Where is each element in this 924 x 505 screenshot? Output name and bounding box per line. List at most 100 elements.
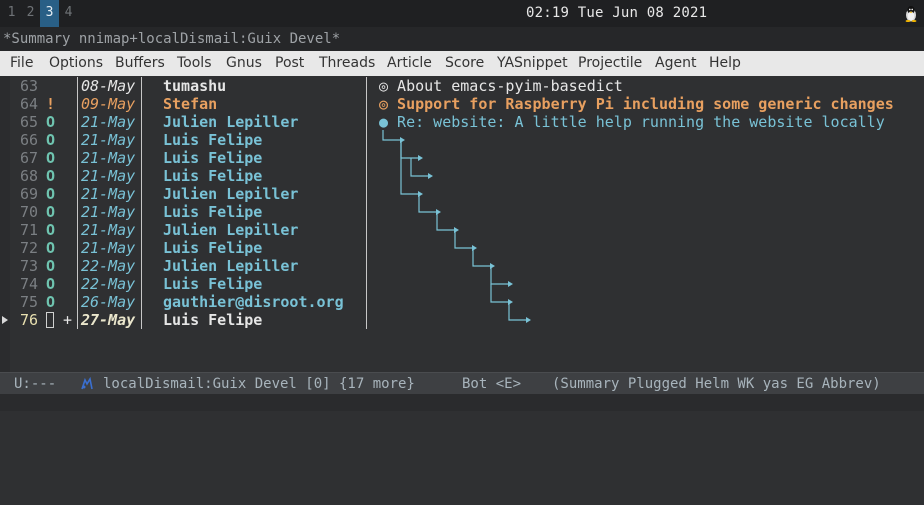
score-mark: + <box>63 311 73 329</box>
summary-buffer[interactable]: 63 08-May tumashu ◎ About emacs-pyim-bas… <box>0 76 924 372</box>
clock: 02:19 Tue Jun 08 2021 <box>526 5 708 21</box>
summary-row[interactable]: 70 O 21-May Luis Felipe <box>0 203 924 221</box>
buffer-status: U:--- <box>14 376 57 392</box>
article-date: 08-May <box>81 77 136 95</box>
article-date: 09-May <box>81 95 136 113</box>
article-subject: ◎ Support for Raspberry Pi including som… <box>379 95 894 113</box>
workspace-3-button[interactable]: 3 <box>40 0 59 27</box>
article-date: 22-May <box>81 275 136 293</box>
summary-row[interactable]: 64 ! 09-May Stefan ◎ Support for Raspber… <box>0 95 924 113</box>
line-number: 63 <box>19 77 38 95</box>
line-number: 74 <box>19 275 38 293</box>
article-mark: O <box>46 275 56 293</box>
article-mark: O <box>46 203 56 221</box>
article-date: 26-May <box>81 293 136 311</box>
line-number: 67 <box>19 149 38 167</box>
menu-post[interactable]: Post <box>275 51 304 76</box>
summary-row[interactable]: 66 O 21-May Luis Felipe <box>0 131 924 149</box>
mode-line: U:--- localDismail:Guix Devel [0] {17 mo… <box>0 372 924 394</box>
article-subject: ● Re: website: A little help running the… <box>379 113 885 131</box>
article-mark: O <box>46 293 56 311</box>
line-number: 75 <box>19 293 38 311</box>
summary-row[interactable]: 63 08-May tumashu ◎ About emacs-pyim-bas… <box>0 77 924 95</box>
summary-row[interactable]: 71 O 21-May Julien Lepiller <box>0 221 924 239</box>
article-mark: O <box>46 257 56 275</box>
article-author: Julien Lepiller <box>163 185 299 203</box>
workspace-4-button[interactable]: 4 <box>59 0 78 27</box>
article-date: 21-May <box>81 203 136 221</box>
article-author: tumashu <box>163 77 227 95</box>
article-date: 21-May <box>81 131 136 149</box>
buffer-name[interactable]: localDismail:Guix Devel [0] {17 more} <box>103 373 415 395</box>
article-date: 22-May <box>81 257 136 275</box>
frame-title: *Summary nnimap+localDismail:Guix Devel* <box>0 27 924 51</box>
menu-options[interactable]: Options <box>49 51 103 76</box>
article-subject: ◎ About emacs-pyim-basedict <box>379 77 623 95</box>
summary-row[interactable]: 65 O 21-May Julien Lepiller ● Re: websit… <box>0 113 924 131</box>
article-date: 21-May <box>81 185 136 203</box>
article-author: Luis Felipe <box>163 131 263 149</box>
buffer-position: Bot <E> <box>462 376 522 392</box>
article-mark: O <box>46 149 56 167</box>
article-mark: O <box>46 185 56 203</box>
line-number: 71 <box>19 221 38 239</box>
menu-score[interactable]: Score <box>445 51 484 76</box>
line-number: 76 <box>19 311 38 329</box>
article-author: gauthier@disroot.org <box>163 293 344 311</box>
summary-row[interactable]: 67 O 21-May Luis Felipe <box>0 149 924 167</box>
summary-row[interactable]: 75 O 26-May gauthier@disroot.org <box>0 293 924 311</box>
article-mark: O <box>46 131 56 149</box>
text-cursor <box>46 312 54 328</box>
menu-file[interactable]: File <box>10 51 33 76</box>
summary-row-current[interactable]: 76 + 27-May Luis Felipe <box>0 311 924 329</box>
line-number: 64 <box>19 95 38 113</box>
summary-row[interactable]: 68 O 21-May Luis Felipe <box>0 167 924 185</box>
article-author: Luis Felipe <box>163 311 263 329</box>
gnus-icon <box>81 377 93 390</box>
line-number: 69 <box>19 185 38 203</box>
menu-article[interactable]: Article <box>387 51 432 76</box>
minibuffer[interactable] <box>0 394 924 411</box>
line-number: 66 <box>19 131 38 149</box>
article-mark: O <box>46 167 56 185</box>
menu-projectile[interactable]: Projectile <box>578 51 642 76</box>
article-author: Stefan <box>163 95 218 113</box>
article-date: 21-May <box>81 167 136 185</box>
article-mark: ! <box>46 95 56 113</box>
line-number: 72 <box>19 239 38 257</box>
summary-row[interactable]: 69 O 21-May Julien Lepiller <box>0 185 924 203</box>
article-mark: O <box>46 113 56 131</box>
summary-row[interactable]: 74 O 22-May Luis Felipe <box>0 275 924 293</box>
menu-yasnippet[interactable]: YASnippet <box>497 51 568 76</box>
article-mark: O <box>46 239 56 257</box>
line-number: 68 <box>19 167 38 185</box>
article-date: 21-May <box>81 239 136 257</box>
article-date: 27-May <box>81 311 136 329</box>
major-minor-modes[interactable]: (Summary Plugged Helm WK yas EG Abbrev) <box>552 373 881 395</box>
article-author: Julien Lepiller <box>163 221 299 239</box>
menu-buffers[interactable]: Buffers <box>115 51 165 76</box>
article-author: Julien Lepiller <box>163 257 299 275</box>
system-top-bar: 1 2 3 4 02:19 Tue Jun 08 2021 <box>0 0 924 27</box>
article-mark: O <box>46 221 56 239</box>
workspace-1-button[interactable]: 1 <box>2 0 21 27</box>
summary-row[interactable]: 72 O 21-May Luis Felipe <box>0 239 924 257</box>
workspace-2-button[interactable]: 2 <box>21 0 40 27</box>
article-author: Julien Lepiller <box>163 113 299 131</box>
summary-row[interactable]: 73 O 22-May Julien Lepiller <box>0 257 924 275</box>
article-author: Luis Felipe <box>163 239 263 257</box>
article-author: Luis Felipe <box>163 167 263 185</box>
tux-icon[interactable] <box>904 5 918 22</box>
line-number: 70 <box>19 203 38 221</box>
line-number: 65 <box>19 113 38 131</box>
article-date: 21-May <box>81 149 136 167</box>
article-author: Luis Felipe <box>163 149 263 167</box>
article-date: 21-May <box>81 113 136 131</box>
menu-threads[interactable]: Threads <box>319 51 375 76</box>
menu-bar: File Options Buffers Tools Gnus Post Thr… <box>0 51 924 76</box>
menu-gnus[interactable]: Gnus <box>226 51 262 76</box>
article-date: 21-May <box>81 221 136 239</box>
menu-help[interactable]: Help <box>709 51 741 76</box>
menu-tools[interactable]: Tools <box>177 51 212 76</box>
menu-agent[interactable]: Agent <box>655 51 696 76</box>
